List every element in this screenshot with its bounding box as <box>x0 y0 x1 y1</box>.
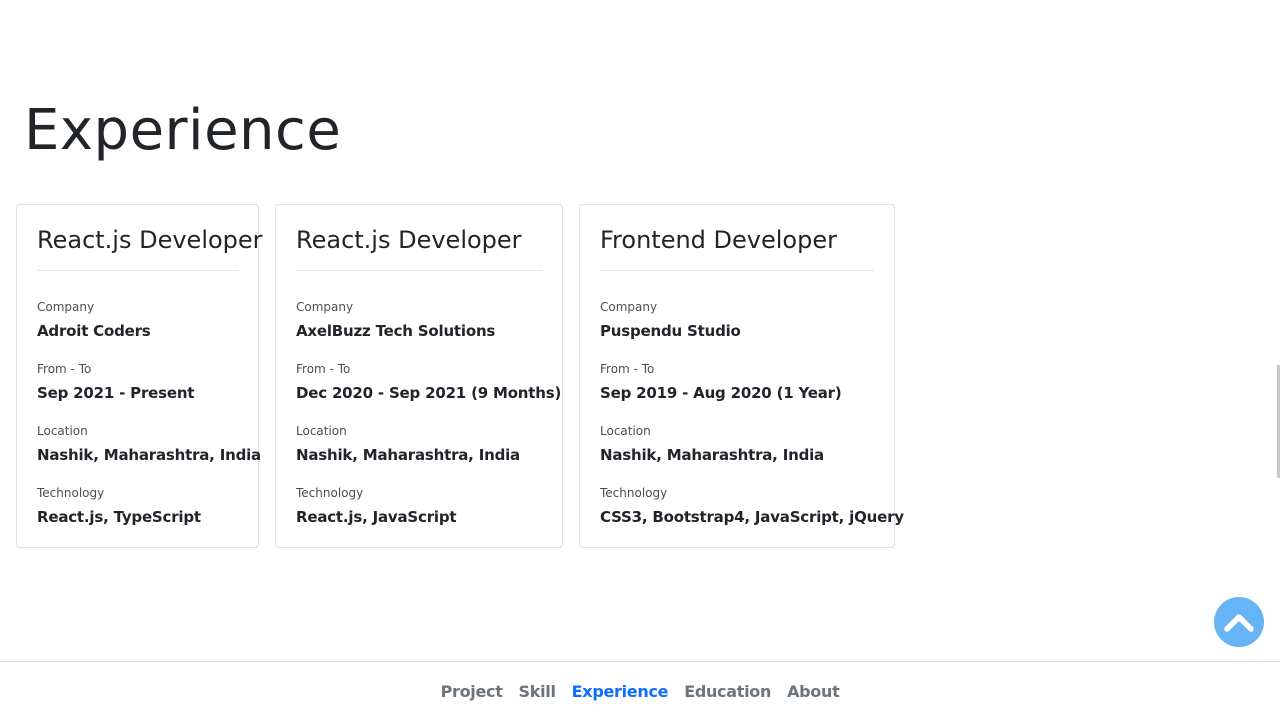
company-field: Company AxelBuzz Tech Solutions <box>296 299 542 341</box>
bottom-nav: Project Skill Experience Education About <box>0 661 1280 720</box>
experience-card: React.js Developer Company Adroit Coders… <box>16 204 263 548</box>
period-value: Dec 2020 - Sep 2021 (9 Months) <box>296 384 562 403</box>
period-label: From - To <box>37 362 92 377</box>
technology-value: CSS3, Bootstrap4, JavaScript, jQuery <box>600 508 904 527</box>
technology-field: Technology CSS3, Bootstrap4, JavaScript,… <box>600 485 904 527</box>
location-value: Nashik, Maharashtra, India <box>296 446 520 465</box>
company-field: Company Adroit Coders <box>37 299 238 341</box>
experience-card: React.js Developer Company AxelBuzz Tech… <box>275 204 563 548</box>
location-label: Location <box>37 424 88 439</box>
technology-field: Technology React.js, TypeScript <box>37 485 238 527</box>
nav-item-experience[interactable]: Experience <box>572 682 669 701</box>
section-title: Experience <box>24 98 342 163</box>
job-title: React.js Developer <box>37 225 263 272</box>
company-label: Company <box>600 300 658 315</box>
period-value: Sep 2019 - Aug 2020 (1 Year) <box>600 384 842 403</box>
job-title: React.js Developer <box>296 225 542 272</box>
company-value: Puspendu Studio <box>600 322 741 341</box>
period-field: From - To Sep 2021 - Present <box>37 361 238 403</box>
chevron-up-icon <box>1224 614 1254 632</box>
nav-item-education[interactable]: Education <box>684 682 771 701</box>
technology-field: Technology React.js, JavaScript <box>296 485 542 527</box>
job-title: Frontend Developer <box>600 225 874 272</box>
location-label: Location <box>600 424 651 439</box>
location-field: Location Nashik, Maharashtra, India <box>37 423 261 465</box>
period-field: From - To Dec 2020 - Sep 2021 (9 Months) <box>296 361 562 403</box>
nav-item-skill[interactable]: Skill <box>519 682 556 701</box>
technology-value: React.js, TypeScript <box>37 508 201 527</box>
company-value: AxelBuzz Tech Solutions <box>296 322 496 341</box>
location-field: Location Nashik, Maharashtra, India <box>296 423 542 465</box>
nav-item-about[interactable]: About <box>787 682 840 701</box>
location-value: Nashik, Maharashtra, India <box>37 446 261 465</box>
company-field: Company Puspendu Studio <box>600 299 874 341</box>
scroll-to-top-button[interactable] <box>1214 597 1264 647</box>
period-field: From - To Sep 2019 - Aug 2020 (1 Year) <box>600 361 874 403</box>
period-label: From - To <box>296 362 351 377</box>
company-value: Adroit Coders <box>37 322 151 341</box>
location-field: Location Nashik, Maharashtra, India <box>600 423 874 465</box>
experience-card-list: React.js Developer Company Adroit Coders… <box>16 204 904 548</box>
technology-value: React.js, JavaScript <box>296 508 457 527</box>
company-label: Company <box>296 300 354 315</box>
technology-label: Technology <box>296 486 364 501</box>
nav-item-project[interactable]: Project <box>441 682 503 701</box>
experience-card: Frontend Developer Company Puspendu Stud… <box>579 204 904 548</box>
technology-label: Technology <box>37 486 105 501</box>
period-value: Sep 2021 - Present <box>37 384 195 403</box>
company-label: Company <box>37 300 95 315</box>
technology-label: Technology <box>600 486 668 501</box>
location-value: Nashik, Maharashtra, India <box>600 446 824 465</box>
period-label: From - To <box>600 362 655 377</box>
location-label: Location <box>296 424 347 439</box>
portfolio-page: Experience React.js Developer Company Ad… <box>0 0 1280 720</box>
